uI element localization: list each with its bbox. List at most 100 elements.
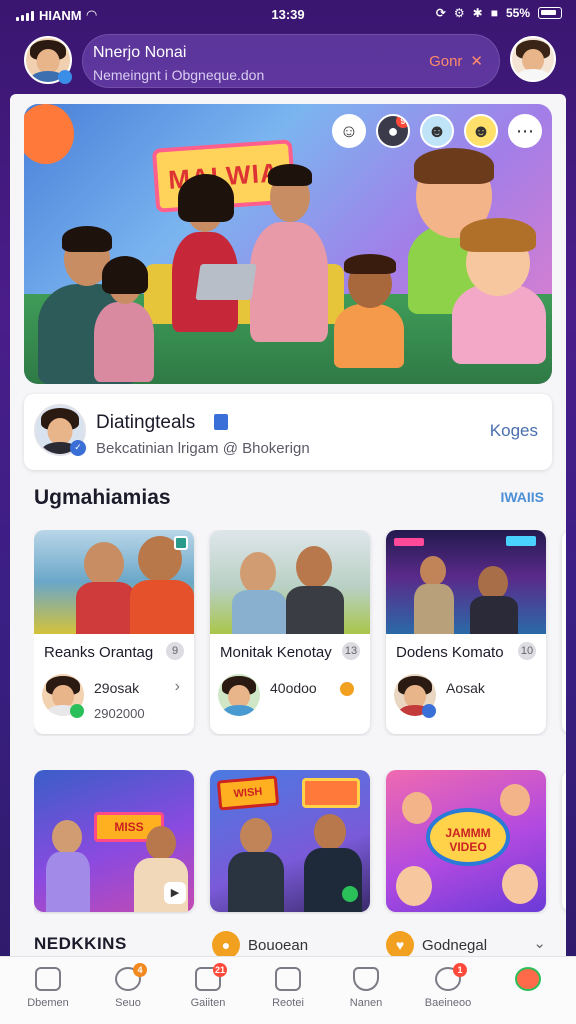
online-indicator-icon <box>58 70 72 84</box>
nav-badge: 21 <box>213 963 227 977</box>
friend-avatar-icon[interactable]: ☻ <box>420 114 454 148</box>
battery-icon <box>538 7 562 19</box>
status-bar: HIANM ◠ 13:39 ⟳ ⚙ ✱ ■ 55% <box>0 0 576 30</box>
nav-label: Baeineoo <box>424 997 472 1009</box>
notification-pill[interactable]: Nnerjo Nonai Nemeingnt i Obgneque.don Go… <box>82 34 500 88</box>
nav-item-search[interactable]: 4 Seuo <box>88 963 168 1009</box>
room-title: Reanks Orantag <box>44 644 154 661</box>
play-icon[interactable]: ▶ <box>164 882 186 904</box>
strip-label: NEDKKINS <box>34 934 127 953</box>
lock-icon: ■ <box>490 6 498 20</box>
settings-icon: ⚙ <box>453 6 465 20</box>
sync-icon: ⟳ <box>435 6 446 20</box>
room-card[interactable]: Reanks Orantag 9 29osak 2902000 › <box>34 530 194 734</box>
chevron-down-icon[interactable]: ⌄ <box>533 934 546 952</box>
share-icon[interactable] <box>174 536 188 550</box>
room-title: Dodens Komato <box>396 644 504 661</box>
profile-action-link[interactable]: Koges <box>490 421 538 441</box>
room-thumbnail <box>34 530 194 634</box>
live-room-icon[interactable]: ● 9 <box>376 114 410 148</box>
room-stat: Aosak <box>446 680 485 696</box>
section-title: Ugmahiamias <box>34 486 171 509</box>
nav-badge: 1 <box>453 963 467 977</box>
featured-sign: WISH <box>216 775 280 811</box>
search-icon: 4 <box>115 963 147 991</box>
host-avatar[interactable] <box>218 674 260 716</box>
room-thumbnail <box>210 530 370 634</box>
nav-item-home[interactable]: Dbemen <box>8 967 88 1009</box>
profile-icon <box>515 967 541 991</box>
hero-cartoon-kid <box>324 254 414 374</box>
camera-icon: 21 <box>195 963 227 991</box>
home-icon <box>35 967 61 991</box>
avatar-body <box>223 705 255 716</box>
nav-label: Seuo <box>115 997 141 1009</box>
nav-label: Gaiiten <box>190 997 226 1009</box>
avatar-body <box>517 69 549 80</box>
shield-icon <box>353 967 379 991</box>
coin-icon <box>340 682 354 696</box>
user-icon: 1 <box>435 963 467 991</box>
hero-person-3 <box>164 174 244 344</box>
room-card[interactable]: Monitak Kenotay 13 40odoo <box>210 530 370 734</box>
balloon-decoration <box>24 104 74 164</box>
friend-avatar[interactable] <box>510 36 556 82</box>
strip-chip-2-label: Godnegal <box>422 936 488 954</box>
grid-icon <box>275 967 301 991</box>
nav-label: Nanen <box>349 997 383 1009</box>
friend-avatar-icon-2[interactable]: ☻ <box>464 114 498 148</box>
laptop <box>195 264 257 300</box>
hero-banner[interactable]: MALWIA ☺ ● 9 ☻ ☻ ⋯ <box>24 104 552 384</box>
verified-icon: ✓ <box>70 440 86 456</box>
bottom-nav: Dbemen 4 Seuo 21 Gaiiten Reotei Nanen 1 … <box>0 956 576 1024</box>
status-right: ⟳ ⚙ ✱ ■ 55% <box>436 6 562 20</box>
featured-card-partial[interactable] <box>562 770 566 912</box>
nav-item-profile[interactable] <box>488 967 568 997</box>
nav-label: Reotei <box>272 997 304 1009</box>
featured-sign: JAMMM VIDEO <box>426 808 510 866</box>
nav-badge: 4 <box>133 963 147 977</box>
heart-icon: ♥ <box>386 931 414 959</box>
verified-icon <box>422 704 436 718</box>
room-thumbnail <box>386 530 546 634</box>
room-title: Monitak Kenotay <box>220 644 332 661</box>
hero-person-4 <box>244 164 334 354</box>
hero-icon-row: ☺ ● 9 ☻ ☻ ⋯ <box>332 114 542 148</box>
room-card-partial[interactable] <box>562 530 566 734</box>
profile-card[interactable]: ✓ Diatingteals Bekcatinian lrigam @ Bhok… <box>24 394 552 470</box>
room-stat: 40odoo <box>270 680 317 696</box>
room-stat: 29osak <box>94 680 140 696</box>
top-bar: Nnerjo Nonai Nemeingnt i Obgneque.don Go… <box>0 30 576 92</box>
nav-item-rooms[interactable]: Reotei <box>248 967 328 1009</box>
room-badge: 13 <box>342 642 360 660</box>
verified-icon <box>70 704 84 718</box>
room-card[interactable]: Dodens Komato 10 Aosak <box>386 530 546 734</box>
room-stat-2: 2902000 <box>94 706 145 721</box>
nav-item-friends[interactable]: 1 Baeineoo <box>408 963 488 1009</box>
nav-item-favorites[interactable]: Nanen <box>326 967 406 1009</box>
more-icon[interactable]: ⋯ <box>508 114 542 148</box>
see-all-link[interactable]: IWAIIS <box>500 489 544 505</box>
hero-person-2 <box>90 254 160 384</box>
notification-action[interactable]: Gonr ✕ <box>429 52 483 71</box>
featured-card[interactable]: MISS ▶ <box>34 770 194 912</box>
featured-card[interactable]: WISH <box>210 770 370 912</box>
profile-subtitle: Bekcatinian lrigam @ Bhokerign <box>96 440 310 457</box>
battery-percent: 55% <box>505 6 530 20</box>
chat-icon[interactable] <box>342 886 358 902</box>
main-content: MALWIA ☺ ● 9 ☻ ☻ ⋯ ✓ Diatingteals Bekcat… <box>10 94 566 974</box>
featured-card[interactable]: JAMMM VIDEO <box>386 770 546 912</box>
nav-item-gallery[interactable]: 21 Gaiiten <box>168 963 248 1009</box>
nav-label: Dbemen <box>27 997 69 1009</box>
smile-icon[interactable]: ☺ <box>332 114 366 148</box>
chat-bubble-icon: ● <box>212 931 240 959</box>
chevron-right-icon[interactable]: › <box>175 678 180 696</box>
bluetooth-icon: ✱ <box>472 6 483 20</box>
room-badge: 10 <box>518 642 536 660</box>
notification-title: Nnerjo Nonai <box>93 44 187 61</box>
rooms-row: Reanks Orantag 9 29osak 2902000 › Monita… <box>34 530 566 736</box>
verified-flag-icon <box>214 414 228 430</box>
featured-row: MISS ▶ WISH JAMMM VIDEO <box>34 770 566 914</box>
close-icon[interactable]: ✕ <box>470 52 483 70</box>
strip-chip-1-label: Bouoean <box>248 936 309 954</box>
